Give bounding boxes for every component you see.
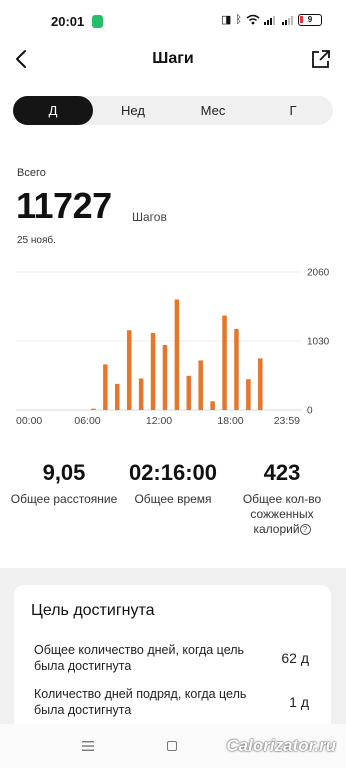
status-icons: ◨ ᛒ 9 (221, 13, 322, 26)
tab-day[interactable]: Д (13, 96, 93, 125)
x-tick-label: 06:00 (74, 415, 100, 427)
goal-row-total-value: 62 д (281, 650, 309, 666)
goal-row-streak-text: Количество дней подряд, когда цель была … (34, 687, 247, 717)
goal-row-streak: Количество дней подряд, когда цель была … (34, 686, 311, 718)
chart-bar[interactable] (138, 378, 144, 410)
calories-label-line-1: Общее кол-во (242, 492, 322, 506)
calories-label-line-3-wrap: калорий? (232, 522, 332, 537)
calories-label-line-3: калорий (253, 522, 300, 536)
y-tick-label: 0 (307, 406, 313, 417)
chart-bar[interactable] (174, 299, 180, 410)
home-icon[interactable] (167, 741, 177, 751)
period-tabs: Д Нед Мес Г (13, 96, 333, 125)
nfc-icon: ◨ (220, 14, 232, 26)
goal-row-streak-value: 1 д (289, 694, 309, 710)
chart-bar[interactable] (246, 379, 251, 410)
x-tick-label: 00:00 (16, 415, 42, 427)
x-tick-label: 23:59 (274, 415, 300, 427)
chart-bar[interactable] (186, 375, 192, 410)
total-steps-value: 11727 (16, 185, 112, 226)
chart-bar[interactable] (115, 383, 120, 410)
chart-bar[interactable] (162, 345, 168, 410)
chart-bar[interactable] (91, 408, 96, 410)
chart-bar[interactable] (222, 315, 227, 410)
x-tick-label: 12:00 (146, 415, 172, 427)
calories-stat: 423 Общее кол-во сожженных калорий? (232, 460, 332, 537)
watermark-logo: Calorizator.ru (226, 736, 336, 755)
wifi-icon (246, 14, 260, 25)
menu-icon[interactable] (82, 741, 94, 751)
battery-level: 9 (307, 15, 313, 24)
chart-bar[interactable] (234, 328, 239, 410)
calories-value: 423 (263, 460, 301, 485)
signal-icon-2 (282, 16, 293, 25)
chart-bar[interactable] (150, 332, 156, 410)
time-label: Общее время (134, 492, 212, 506)
calories-label-line-2: сожженных (250, 507, 314, 521)
app-notification-icon (92, 15, 103, 28)
time-value: 02:16:00 (128, 460, 218, 485)
chart-bar[interactable] (126, 330, 132, 410)
chart-bar[interactable] (210, 401, 215, 410)
tab-month[interactable]: Мес (173, 96, 253, 125)
system-nav-bar: Calorizator.ru (0, 724, 346, 768)
share-icon[interactable] (311, 49, 331, 69)
battery-icon: 9 (298, 13, 322, 26)
distance-value: 9,05 (42, 460, 86, 485)
bluetooth-icon: ᛒ (235, 13, 242, 26)
chart-bar[interactable] (258, 358, 263, 410)
goal-card: Цель достигнута Общее количество дней, к… (14, 585, 331, 745)
stats-section: 9,05 Общее расстояние 02:16:00 Общее вре… (0, 460, 346, 540)
chart-bar[interactable] (198, 360, 203, 410)
tab-year[interactable]: Г (253, 96, 333, 125)
y-tick-label: 2060 (307, 268, 330, 279)
calories-label: Общее кол-во сожженных калорий? (232, 492, 332, 537)
steps-unit: Шагов (132, 210, 167, 224)
x-tick-label: 18:00 (217, 415, 243, 427)
y-tick-label: 1030 (307, 337, 330, 348)
status-bar: 20:01 ◨ ᛒ 9 (0, 0, 346, 44)
goal-title: Цель достигнута (31, 602, 155, 619)
header: Шаги (0, 44, 346, 76)
time-stat: 02:16:00 Общее время (120, 460, 226, 507)
chart-bar[interactable] (103, 364, 108, 410)
date-label: 25 нояб. (17, 235, 56, 246)
signal-icon (264, 16, 275, 25)
distance-label: Общее расстояние (10, 492, 118, 506)
distance-stat: 9,05 Общее расстояние (6, 460, 122, 507)
page-title: Шаги (152, 50, 194, 67)
goal-row-total-text: Общее количество дней, когда цель была д… (34, 643, 245, 673)
goal-row-total: Общее количество дней, когда цель была д… (34, 642, 311, 674)
total-label: Всего (17, 167, 46, 179)
info-icon[interactable]: ? (299, 524, 311, 535)
steps-chart[interactable]: 2060 1030 0 00:00 06:00 12:00 18:00 23:59 (0, 262, 346, 432)
tab-week[interactable]: Нед (93, 96, 173, 125)
status-time: 20:01 (51, 14, 85, 29)
